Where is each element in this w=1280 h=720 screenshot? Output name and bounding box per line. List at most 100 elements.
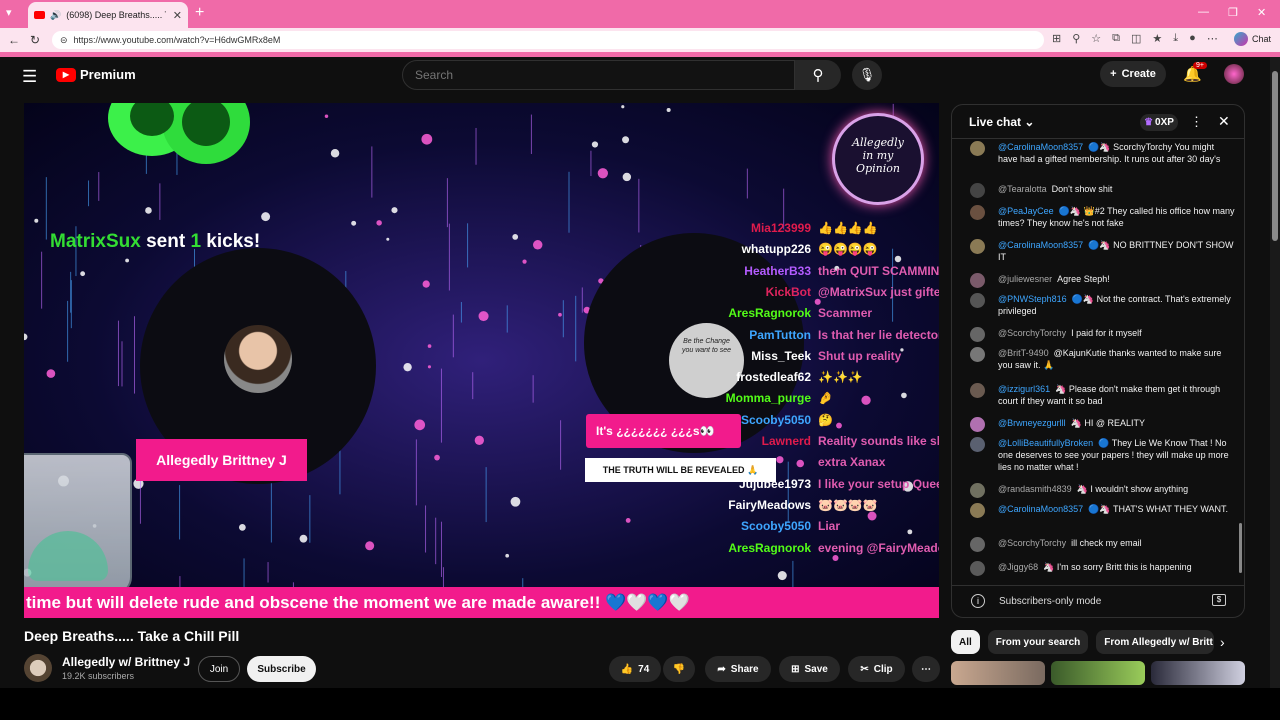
chat-author-name[interactable]: @randasmith4839 [998, 484, 1072, 494]
more-actions-button[interactable]: ⋯ [912, 656, 940, 682]
site-info-icon[interactable]: ⊝ [60, 35, 68, 46]
chat-author-avatar[interactable] [970, 239, 985, 254]
chat-author-avatar[interactable] [970, 327, 985, 342]
favorite-star-icon[interactable]: ☆ [1091, 32, 1101, 45]
chat-author-name[interactable]: @CarolinaMoon8357 [998, 142, 1083, 152]
chat-author-avatar[interactable] [970, 293, 985, 308]
chat-author-name[interactable]: @BritT-9490 [998, 348, 1049, 358]
chat-author-avatar[interactable] [970, 183, 985, 198]
chat-author-avatar[interactable] [970, 383, 985, 398]
clip-button[interactable]: ✂ Clip [848, 656, 905, 682]
chat-author-name[interactable]: @ScorchyTorchy [998, 328, 1066, 338]
search-input[interactable] [402, 60, 795, 90]
create-button[interactable]: + Create [1100, 61, 1166, 87]
chip-next-icon[interactable]: › [1220, 634, 1225, 650]
new-tab-icon[interactable]: + [195, 4, 204, 22]
chat-author-name[interactable]: @izzigurl361 [998, 384, 1050, 394]
related-thumbnail[interactable] [1051, 661, 1145, 685]
chat-author-avatar[interactable] [970, 417, 985, 432]
favorites-icon[interactable]: ★ [1152, 32, 1162, 45]
search-button[interactable]: ⚲ [795, 60, 841, 90]
youtube-logo[interactable]: ▶ Premium [56, 67, 136, 82]
chip-from-channel[interactable]: From Allegedly w/ Britt [1096, 630, 1215, 654]
hamburger-menu-icon[interactable]: ☰ [22, 67, 37, 87]
live-chat-dropdown[interactable]: Live chat ⌄ [969, 115, 1034, 129]
dislike-button[interactable]: 👎 [663, 656, 695, 682]
live-chat-footer: i Subscribers-only mode $ [952, 585, 1244, 617]
chat-author-avatar[interactable] [970, 561, 985, 576]
info-icon[interactable]: i [971, 594, 985, 608]
close-window-icon[interactable]: ✕ [1257, 6, 1266, 19]
chat-author-avatar[interactable] [970, 273, 985, 288]
chat-author-avatar[interactable] [970, 141, 985, 156]
close-chat-icon[interactable]: ✕ [1218, 113, 1230, 130]
chat-message: @BritT-9490 @KajunKutie thanks wanted to … [970, 347, 1236, 371]
join-button[interactable]: Join [198, 656, 240, 682]
chat-author-avatar[interactable] [970, 503, 985, 518]
restore-icon[interactable]: ❐ [1228, 6, 1238, 19]
copilot-label: Chat [1252, 34, 1272, 44]
chat-author-name[interactable]: @juliewesner [998, 274, 1052, 284]
back-icon[interactable]: ← [8, 33, 20, 47]
chat-author-avatar[interactable] [970, 537, 985, 552]
chat-scrollbar[interactable] [1238, 143, 1243, 577]
chat-author-name[interactable]: @CarolinaMoon8357 [998, 504, 1083, 514]
overlay-chat-message: Liar [818, 519, 841, 534]
tab-actions-icon[interactable]: ▾ [6, 6, 12, 19]
chat-scroll-thumb[interactable] [1239, 523, 1242, 573]
chat-author-name[interactable]: @PeaJayCee [998, 206, 1054, 216]
super-chat-icon[interactable]: $ [1212, 594, 1226, 606]
chat-author-name[interactable]: @PNWSteph816 [998, 294, 1067, 304]
account-avatar[interactable] [1224, 64, 1244, 84]
microphone-icon: 🎙 [858, 67, 876, 82]
related-thumbnail[interactable] [951, 661, 1045, 685]
close-tab-icon[interactable]: ✕ [173, 9, 182, 22]
video-player[interactable]: MatrixSux sent 1 kicks! Allegedly Brittn… [24, 103, 939, 618]
copilot-button[interactable]: Chat [1234, 32, 1271, 46]
chat-author-avatar[interactable] [970, 437, 985, 452]
chat-message: @randasmith4839 🦄 I wouldn't show anythin… [970, 483, 1236, 498]
profile-icon[interactable]: ● [1189, 32, 1196, 45]
chip-from-your-search[interactable]: From your search [987, 630, 1089, 654]
split-screen-icon[interactable]: ◫ [1131, 32, 1141, 45]
overlay-chat-row: Scooby5050 Liar [24, 519, 939, 539]
chat-author-name[interactable]: @LolliBeautifullyBroken [998, 438, 1093, 448]
browser-tab[interactable]: 🔊 (6098) Deep Breaths..... Take a Chill … [28, 2, 188, 28]
minimize-icon[interactable]: — [1198, 6, 1209, 18]
chat-author-avatar[interactable] [970, 347, 985, 362]
channel-name[interactable]: Allegedly w/ Brittney J [62, 655, 190, 669]
speaker-icon[interactable]: 🔊 [50, 10, 61, 21]
chat-message: @ScorchyTorchy ill check my email [970, 537, 1236, 552]
refresh-icon[interactable]: ↻ [30, 33, 40, 47]
zoom-icon[interactable]: ⚲ [1072, 32, 1080, 45]
share-button[interactable]: ➦ Share [705, 656, 771, 682]
downloads-icon[interactable]: ⤓ [1173, 32, 1178, 45]
like-button[interactable]: 👍 74 [609, 656, 661, 682]
chat-author-avatar[interactable] [970, 205, 985, 220]
chat-author-name[interactable]: @Brwneyezgurlll [998, 418, 1066, 428]
channel-avatar[interactable] [24, 654, 52, 682]
chat-author-name[interactable]: @Tearalotta [998, 184, 1047, 194]
extensions-icon[interactable]: ⧉ [1112, 32, 1120, 45]
url-field[interactable]: ⊝ https://www.youtube.com/watch?v=H6dwGM… [52, 31, 1044, 49]
page-scroll-thumb[interactable] [1272, 71, 1278, 241]
overlay-chat-user: AresRagnorok [728, 540, 811, 555]
chip-all[interactable]: All [951, 630, 980, 654]
chat-author-name[interactable]: @ScorchyTorchy [998, 538, 1066, 548]
page-scrollbar[interactable] [1270, 57, 1280, 688]
related-thumbnail[interactable] [1151, 661, 1245, 685]
more-icon[interactable]: ⋯ [1207, 32, 1218, 45]
subscribe-button[interactable]: Subscribe [247, 656, 316, 682]
thumbs-up-icon: 👍 [620, 663, 634, 675]
chat-options-icon[interactable]: ⋮ [1190, 114, 1203, 130]
chat-author-avatar[interactable] [970, 483, 985, 498]
voice-search-button[interactable]: 🎙 [852, 60, 882, 90]
overlay-chat-message: 👍👍👍👍 [818, 221, 878, 235]
apps-icon[interactable]: ⊞ [1052, 32, 1061, 45]
browser-tools: ⊞ ⚲ ☆ ⧉ ◫ ★ ⤓ ● ⋯ [1052, 32, 1218, 45]
chat-author-name[interactable]: @CarolinaMoon8357 [998, 240, 1083, 250]
save-button[interactable]: ⊞ Save [779, 656, 840, 682]
chat-author-name[interactable]: @Jiggy68 [998, 562, 1038, 572]
xp-badge[interactable]: ♛ 0XP [1140, 114, 1178, 131]
overlay-chat-user: Momma_purge [725, 391, 811, 406]
